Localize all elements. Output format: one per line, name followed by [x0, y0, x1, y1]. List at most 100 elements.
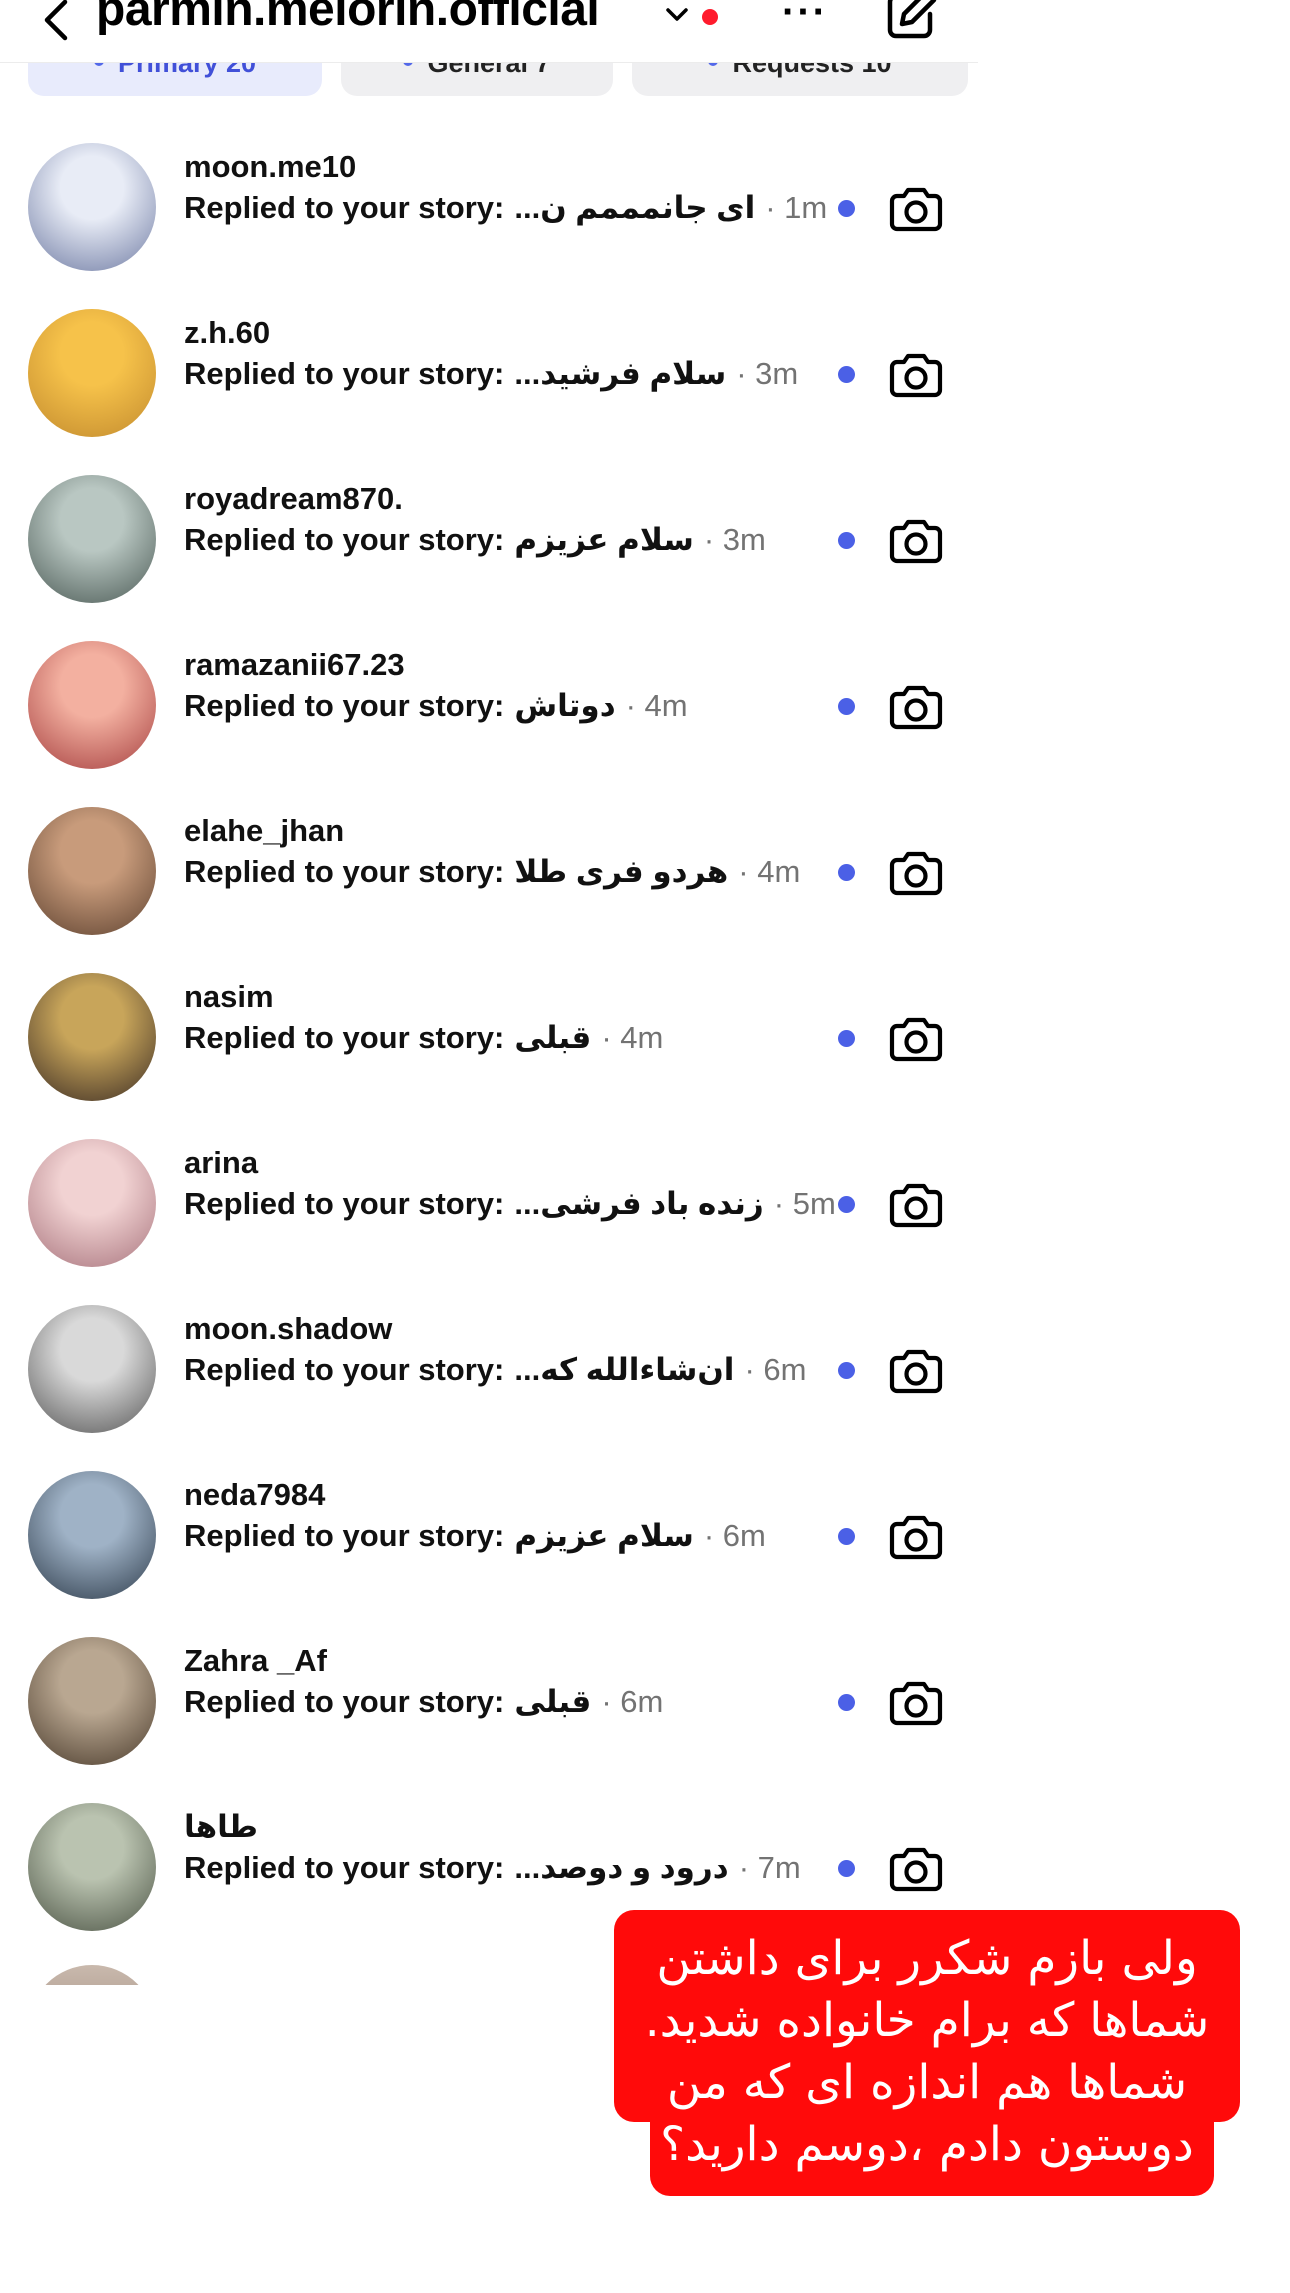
thread-preview: Replied to your story: ای جانمممم ن... · 1… [184, 190, 827, 226]
preview-time: · 3m [736, 356, 799, 391]
thread-preview: Replied to your story: قبلی · 6m [184, 1684, 663, 1720]
preview-message: سلام فرشید... [514, 356, 727, 391]
screen: Primary 20 General 7 Requests 10 parmin.… [0, 0, 1290, 2293]
thread-username: neda7984 [184, 1477, 326, 1512]
camera-icon[interactable] [888, 1508, 944, 1564]
thread-username: ramazanii67.23 [184, 647, 405, 682]
avatar[interactable] [28, 1471, 156, 1599]
overlay-text: ولی بازم شکرر برای داشتن شماها که برام خ… [644, 1931, 1210, 2172]
preview-message: ای جانمممم ن... [514, 190, 756, 225]
avatar[interactable] [28, 143, 156, 271]
thread-row[interactable]: moon.me10 Replied to your story: ای جانممم… [0, 143, 978, 309]
preview-label: Replied to your story: [184, 854, 505, 889]
avatar[interactable] [28, 1803, 156, 1931]
unread-dot [838, 1694, 855, 1711]
thread-preview: Replied to your story: سلام عزیزم · 6m [184, 1518, 766, 1554]
thread-preview: Replied to your story: سلام فرشید... · 3m [184, 356, 798, 392]
preview-time: · 6m [601, 1684, 664, 1719]
avatar[interactable] [28, 641, 156, 769]
messages-inbox: Primary 20 General 7 Requests 10 parmin.… [0, 0, 978, 1985]
avatar[interactable] [28, 807, 156, 935]
thread-username: elahe_jhan [184, 813, 345, 848]
thread-row[interactable]: Zahra _Af Replied to your story: قبلی · 6m [0, 1637, 978, 1803]
camera-icon[interactable] [888, 1840, 944, 1896]
camera-icon[interactable] [888, 512, 944, 568]
thread-username: moon.me10 [184, 149, 357, 184]
thread-row[interactable]: arina Replied to your story: زنده باد فرشی… [0, 1139, 978, 1305]
thread-row[interactable]: z.h.60 Replied to your story: سلام فرشید..… [0, 309, 978, 475]
avatar[interactable] [28, 475, 156, 603]
preview-message: هردو فری طلا [514, 854, 729, 889]
avatar[interactable] [28, 973, 156, 1101]
compose-icon[interactable] [882, 0, 940, 44]
thread-username: z.h.60 [184, 315, 271, 350]
thread-username: nasim [184, 979, 274, 1014]
thread-row[interactable]: nasim Replied to your story: قبلی · 4m [0, 973, 978, 1139]
camera-icon[interactable] [888, 180, 944, 236]
preview-label: Replied to your story: [184, 356, 505, 391]
preview-label: Replied to your story: [184, 522, 505, 557]
thread-username: moon.shadow [184, 1311, 393, 1346]
notification-dot [702, 9, 718, 25]
thread-preview: Replied to your story: سلام عزیزم · 3m [184, 522, 766, 558]
camera-icon[interactable] [888, 678, 944, 734]
camera-icon[interactable] [888, 346, 944, 402]
camera-icon[interactable] [888, 844, 944, 900]
preview-message: درود و دوصد... [514, 1850, 729, 1885]
preview-time: · 6m [744, 1352, 807, 1387]
thread-row[interactable]: elahe_jhan Replied to your story: هردو فری… [0, 807, 978, 973]
unread-dot [838, 366, 855, 383]
preview-time: · 4m [601, 1020, 664, 1055]
avatar[interactable] [28, 1637, 156, 1765]
preview-time: · 7m [738, 1850, 801, 1885]
preview-label: Replied to your story: [184, 1850, 505, 1885]
unread-dot [838, 1860, 855, 1877]
camera-icon[interactable] [888, 1342, 944, 1398]
preview-label: Replied to your story: [184, 1020, 505, 1055]
preview-label: Replied to your story: [184, 1518, 505, 1553]
unread-dot [838, 1362, 855, 1379]
thread-username: arina [184, 1145, 259, 1180]
avatar[interactable] [28, 309, 156, 437]
preview-message: قبلی [514, 1020, 592, 1055]
top-bar: parmin.melorin.official ··· [0, 0, 978, 63]
camera-icon[interactable] [888, 1010, 944, 1066]
text-overlay-sticker: ولی بازم شکرر برای داشتن شماها که برام خ… [614, 1910, 1240, 2196]
thread-row[interactable]: royadream870. Replied to your story: سلام … [0, 475, 978, 641]
preview-label: Replied to your story: [184, 1186, 505, 1221]
chevron-left-icon [44, 0, 68, 41]
more-options-button[interactable]: ··· [782, 0, 828, 35]
preview-message: زنده باد فرشی... [514, 1186, 764, 1221]
thread-preview: Replied to your story: ان‌شاءالله که... · … [184, 1352, 806, 1388]
preview-message: قبلی [514, 1684, 592, 1719]
avatar[interactable] [28, 1139, 156, 1267]
thread-preview: Replied to your story: هردو فری طلا · 4m [184, 854, 800, 890]
camera-icon[interactable] [888, 1176, 944, 1232]
preview-label: Replied to your story: [184, 1352, 505, 1387]
preview-label: Replied to your story: [184, 688, 505, 723]
unread-dot [838, 1528, 855, 1545]
preview-message: دوتاش [514, 688, 616, 723]
preview-message: ان‌شاءالله که... [514, 1352, 735, 1387]
unread-dot [838, 864, 855, 881]
preview-label: Replied to your story: [184, 190, 505, 225]
chevron-down-icon[interactable] [664, 2, 690, 28]
thread-preview: Replied to your story: قبلی · 4m [184, 1020, 663, 1056]
preview-time: · 4m [625, 688, 688, 723]
thread-row[interactable]: ramazanii67.23 Replied to your story: دوتا… [0, 641, 978, 807]
unread-dot [838, 698, 855, 715]
avatar[interactable] [28, 1305, 156, 1433]
thread-row[interactable]: neda7984 Replied to your story: سلام عزیزم… [0, 1471, 978, 1637]
thread-preview: Replied to your story: دوتاش · 4m [184, 688, 688, 724]
thread-username: Zahra _Af [184, 1643, 327, 1678]
thread-row[interactable]: moon.shadow Replied to your story: ان‌شاءا… [0, 1305, 978, 1471]
camera-icon[interactable] [888, 1674, 944, 1730]
preview-time: · 3m [703, 522, 766, 557]
preview-label: Replied to your story: [184, 1684, 505, 1719]
thread-username: طاها [184, 1809, 258, 1844]
back-button[interactable] [34, 0, 78, 46]
preview-message: سلام عزیزم [514, 1518, 694, 1553]
preview-message: سلام عزیزم [514, 522, 694, 557]
account-name[interactable]: parmin.melorin.official [96, 0, 600, 37]
preview-time: · 5m [773, 1186, 836, 1221]
